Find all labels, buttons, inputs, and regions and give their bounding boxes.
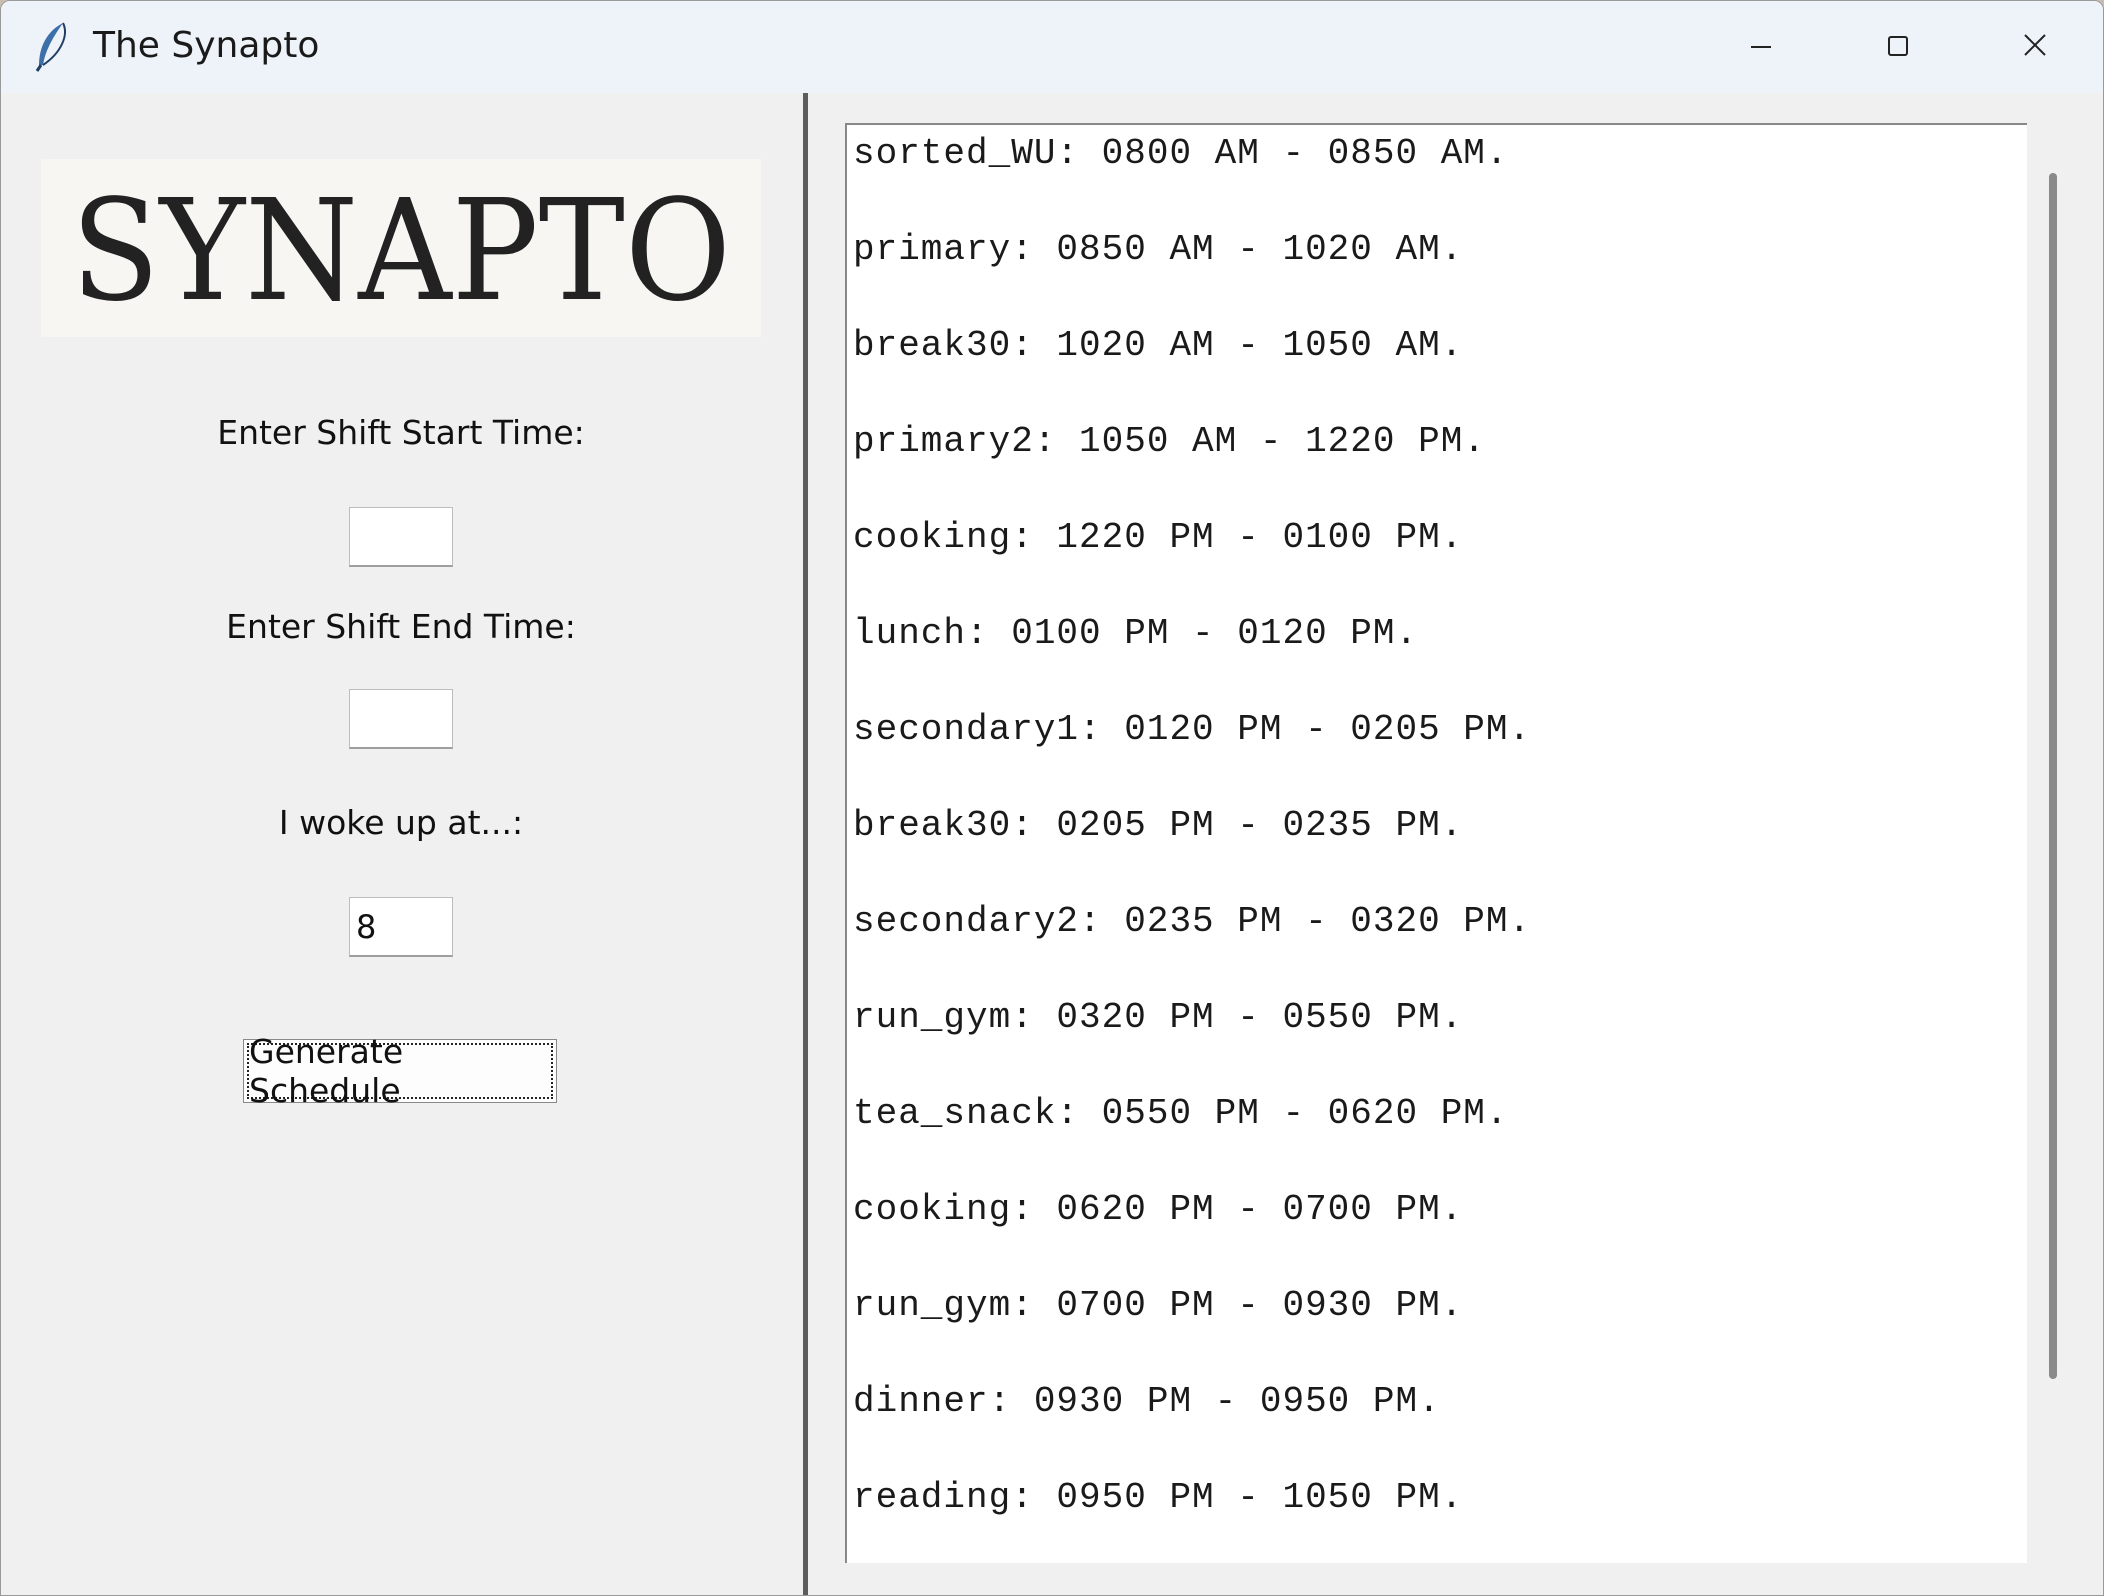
schedule-line: reading: 0950 PM - 1050 PM. bbox=[853, 1477, 1464, 1518]
vertical-scrollbar[interactable] bbox=[2041, 123, 2081, 1563]
woke-up-input[interactable] bbox=[349, 897, 453, 957]
schedule-output[interactable]: sorted_WU: 0800 AM - 0850 AM. primary: 0… bbox=[845, 123, 2027, 1563]
schedule-line: break30: 1020 AM - 1050 AM. bbox=[853, 325, 1464, 366]
schedule-line: sorted_WU: 0800 AM - 0850 AM. bbox=[853, 133, 1509, 174]
input-panel: SYNAPTO Enter Shift Start Time: Enter Sh… bbox=[1, 93, 803, 1595]
schedule-line: break30: 0205 PM - 0235 PM. bbox=[853, 805, 1464, 846]
schedule-line: run_gym: 0320 PM - 0550 PM. bbox=[853, 997, 1464, 1038]
schedule-line: secondary2: 0235 PM - 0320 PM. bbox=[853, 901, 1532, 942]
schedule-line: cooking: 0620 PM - 0700 PM. bbox=[853, 1189, 1464, 1230]
shift-start-input[interactable] bbox=[349, 507, 453, 567]
shift-end-label: Enter Shift End Time: bbox=[226, 607, 576, 646]
maximize-button[interactable] bbox=[1849, 15, 1945, 77]
woke-up-label: I woke up at...: bbox=[278, 803, 524, 842]
minimize-button[interactable] bbox=[1713, 15, 1809, 77]
maximize-icon bbox=[1888, 36, 1908, 56]
generate-schedule-button[interactable]: Generate Schedule bbox=[243, 1032, 557, 1110]
schedule-line: primary: 0850 AM - 1020 AM. bbox=[853, 229, 1464, 270]
panel-divider bbox=[803, 93, 808, 1595]
scrollbar-thumb[interactable] bbox=[2049, 173, 2057, 1379]
schedule-line: run_gym: 0700 PM - 0930 PM. bbox=[853, 1285, 1464, 1326]
schedule-line: primary2: 1050 AM - 1220 PM. bbox=[853, 421, 1486, 462]
shift-start-label: Enter Shift Start Time: bbox=[217, 413, 585, 452]
schedule-line: cooking: 1220 PM - 0100 PM. bbox=[853, 517, 1464, 558]
synapto-logo: SYNAPTO bbox=[41, 159, 761, 337]
schedule-line: lunch: 0100 PM - 0120 PM. bbox=[853, 613, 1419, 654]
schedule-line: dinner: 0930 PM - 0950 PM. bbox=[853, 1381, 1441, 1422]
shift-end-input[interactable] bbox=[349, 689, 453, 749]
app-window: The Synapto SYNAPTO Enter Shift Start Ti… bbox=[0, 0, 2104, 1596]
feather-icon bbox=[35, 22, 66, 72]
close-icon bbox=[2024, 34, 2046, 56]
window-title: The Synapto bbox=[93, 25, 320, 66]
schedule-line: secondary1: 0120 PM - 0205 PM. bbox=[853, 709, 1532, 750]
logo-text: SYNAPTO bbox=[71, 170, 731, 333]
generate-schedule-label: Generate Schedule bbox=[247, 1032, 553, 1110]
minimize-icon bbox=[1751, 46, 1771, 48]
title-bar[interactable]: The Synapto bbox=[1, 1, 2103, 93]
schedule-line: tea_snack: 0550 PM - 0620 PM. bbox=[853, 1093, 1509, 1134]
close-button[interactable] bbox=[1987, 15, 2083, 77]
